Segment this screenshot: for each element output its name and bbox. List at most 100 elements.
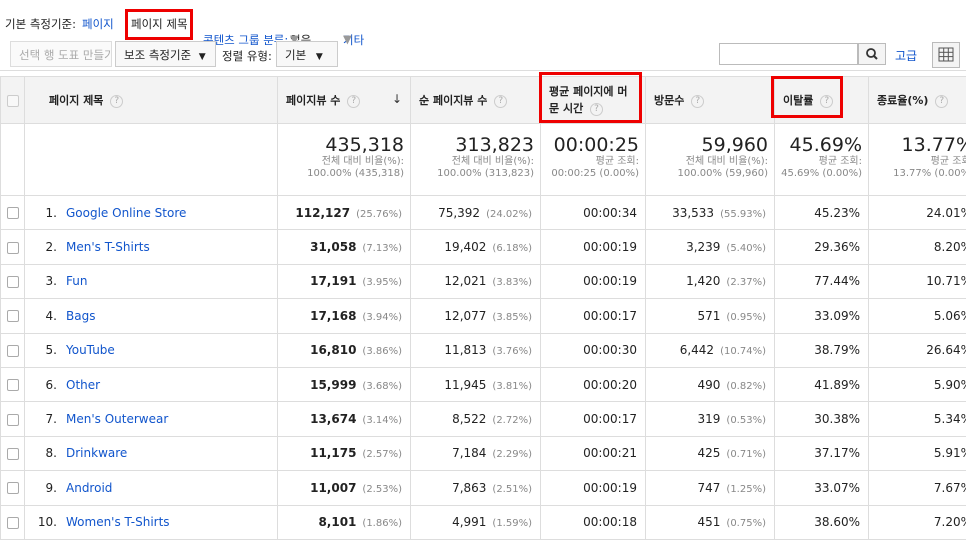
unique-pageviews-value: 11,813: [444, 343, 487, 358]
row-checkbox[interactable]: [6, 413, 19, 426]
row-checkbox[interactable]: [6, 516, 19, 529]
column-header-page-title[interactable]: 페이지 제목 ?: [24, 76, 278, 124]
search-button[interactable]: [858, 43, 886, 65]
sort-type-dropdown[interactable]: 기본 ▼: [276, 41, 338, 67]
bounce-rate-cell: 45.23%: [774, 194, 869, 231]
page-title-link[interactable]: Drinkware: [66, 446, 127, 460]
avg-time-value: 00:00:34: [583, 205, 637, 220]
column-header-exit-pct[interactable]: 종료율(%) ?: [868, 76, 966, 124]
question-circle-icon[interactable]: ?: [110, 94, 124, 108]
entrances-value: 1,420: [686, 274, 721, 289]
avg-time-value: 00:00:30: [583, 343, 637, 358]
summary-value: 45.69%: [789, 134, 862, 156]
unique-pageviews-value: 4,991: [452, 515, 487, 530]
avg-time-cell: 00:00:19: [540, 263, 646, 300]
bounce-rate-cell: 33.07%: [774, 470, 869, 506]
page-title-link[interactable]: Other: [66, 378, 100, 392]
avg-time-cell: 00:00:19: [540, 229, 646, 265]
table-search-input[interactable]: [719, 43, 858, 65]
row-checkbox[interactable]: [6, 310, 19, 323]
summary-detail: 100.00% (313,823): [437, 168, 534, 179]
bounce-rate-cell: 33.09%: [774, 298, 869, 334]
page-title-link[interactable]: Women's T-Shirts: [66, 515, 170, 529]
table-row: 4. Bags 17,168 (3.94%) 12,077 (3.85%) 00:00:17…: [0, 298, 966, 334]
table-row: 7. Men's Outerwear 13,674 (3.14%) 8,522 (2.72…: [0, 401, 966, 437]
unique-pageviews-pct: (2.29%): [492, 449, 532, 461]
summary-caption: 전체 대비 비율(%):: [451, 156, 534, 167]
select-all-cell: [0, 76, 25, 124]
highlight-box-avg-time: [539, 72, 642, 123]
entrances-pct: (0.71%): [726, 449, 766, 461]
exit-pct-value: 10.71%: [926, 274, 966, 289]
avg-time-cell: 00:00:30: [540, 332, 646, 368]
exit-pct-value: 7.20%: [933, 515, 966, 530]
row-checkbox-cell: [0, 229, 25, 265]
plot-rows-button[interactable]: 선택 행 도표 만들기: [10, 41, 112, 67]
grid-view-button[interactable]: [932, 42, 960, 68]
summary-caption: 전체 대비 비율(%):: [685, 156, 768, 167]
page-title-cell: 8. Drinkware: [24, 435, 278, 472]
page-title-cell: 10. Women's T-Shirts: [24, 504, 278, 540]
unique-pageviews-value: 7,184: [452, 446, 487, 461]
summary-avg-time: 00:00:25 평균 조회: 00:00:25 (0.00%): [540, 123, 646, 196]
page-title-link[interactable]: YouTube: [66, 343, 115, 357]
avg-time-cell: 00:00:19: [540, 470, 646, 506]
summary-exit-pct: 13.77%평균 조회:13.77% (0.00%): [868, 123, 966, 196]
column-header-unique-pageviews[interactable]: 순 페이지뷰 수 ?: [410, 76, 541, 124]
page-title-link[interactable]: Android: [66, 481, 112, 495]
row-checkbox-cell: [0, 366, 25, 403]
exit-pct-value: 5.06%: [933, 308, 966, 323]
page-title-cell: 1. Google Online Store: [24, 194, 278, 231]
entrances-value: 571: [697, 308, 721, 323]
question-circle-icon[interactable]: ?: [691, 94, 705, 108]
page-title-link[interactable]: Men's T-Shirts: [66, 240, 150, 254]
row-checkbox[interactable]: [6, 241, 19, 254]
row-checkbox-cell: [0, 194, 25, 231]
exit-pct-cell: 26.64%: [868, 332, 966, 368]
question-circle-icon[interactable]: ?: [935, 94, 949, 108]
summary-caption: 평균 조회:: [595, 156, 639, 167]
advanced-filter-link[interactable]: 고급: [895, 47, 917, 64]
select-all-checkbox[interactable]: [6, 94, 19, 107]
page-title-link[interactable]: Bags: [66, 309, 95, 323]
column-label: 종료율(%): [877, 94, 929, 107]
pageviews-pct: (2.57%): [362, 449, 402, 461]
page-title-cell: 3. Fun: [24, 263, 278, 300]
entrances-pct: (2.37%): [726, 277, 766, 289]
column-header-entrances[interactable]: 방문수 ?: [645, 76, 775, 124]
exit-pct-cell: 5.06%: [868, 298, 966, 334]
row-checkbox[interactable]: [6, 482, 19, 495]
summary-unique-pageviews: 313,823 전체 대비 비율(%): 100.00% (313,823): [410, 123, 541, 196]
bounce-rate-cell: 38.79%: [774, 332, 869, 368]
table-toolbar: 선택 행 도표 만들기 보조 측정기준 ▼ 정렬 유형: 기본 ▼ 고급: [0, 40, 966, 72]
row-checkbox[interactable]: [6, 275, 19, 288]
page-title-link[interactable]: Men's Outerwear: [66, 412, 168, 426]
row-checkbox[interactable]: [6, 447, 19, 460]
row-checkbox[interactable]: [6, 344, 19, 357]
question-circle-icon[interactable]: ?: [494, 94, 508, 108]
pageviews-value: 11,175: [310, 446, 357, 461]
pageviews-value: 11,007: [310, 480, 357, 495]
row-checkbox[interactable]: [6, 379, 19, 392]
secondary-dimension-button[interactable]: 보조 측정기준 ▼: [115, 41, 216, 67]
page-title-link[interactable]: Google Online Store: [66, 206, 186, 220]
exit-pct-value: 8.20%: [933, 240, 966, 255]
pageviews-value: 17,168: [310, 308, 357, 323]
column-header-pageviews[interactable]: 페이지뷰 수 ? ↓: [277, 76, 411, 124]
summary-value: 00:00:25: [553, 134, 639, 156]
unique-pageviews-value: 12,021: [444, 274, 487, 289]
entrances-value: 33,533: [672, 205, 715, 220]
entrances-pct: (0.82%): [726, 380, 766, 392]
dimension-page-link[interactable]: 페이지: [82, 16, 114, 32]
exit-pct-cell: 7.20%: [868, 504, 966, 540]
unique-pageviews-cell: 7,184 (2.29%): [410, 435, 541, 472]
exit-pct-cell: 24.01%: [868, 194, 966, 231]
exit-pct-cell: 5.34%: [868, 401, 966, 437]
row-index: 7.: [45, 412, 57, 427]
avg-time-cell: 00:00:17: [540, 298, 646, 334]
table-row: 9. Android 11,007 (2.53%) 7,863 (2.51%) 00:00:…: [0, 470, 966, 506]
question-circle-icon[interactable]: ?: [347, 94, 361, 108]
row-checkbox[interactable]: [6, 207, 19, 220]
page-title-link[interactable]: Fun: [66, 274, 87, 288]
avg-time-value: 00:00:17: [583, 308, 637, 323]
